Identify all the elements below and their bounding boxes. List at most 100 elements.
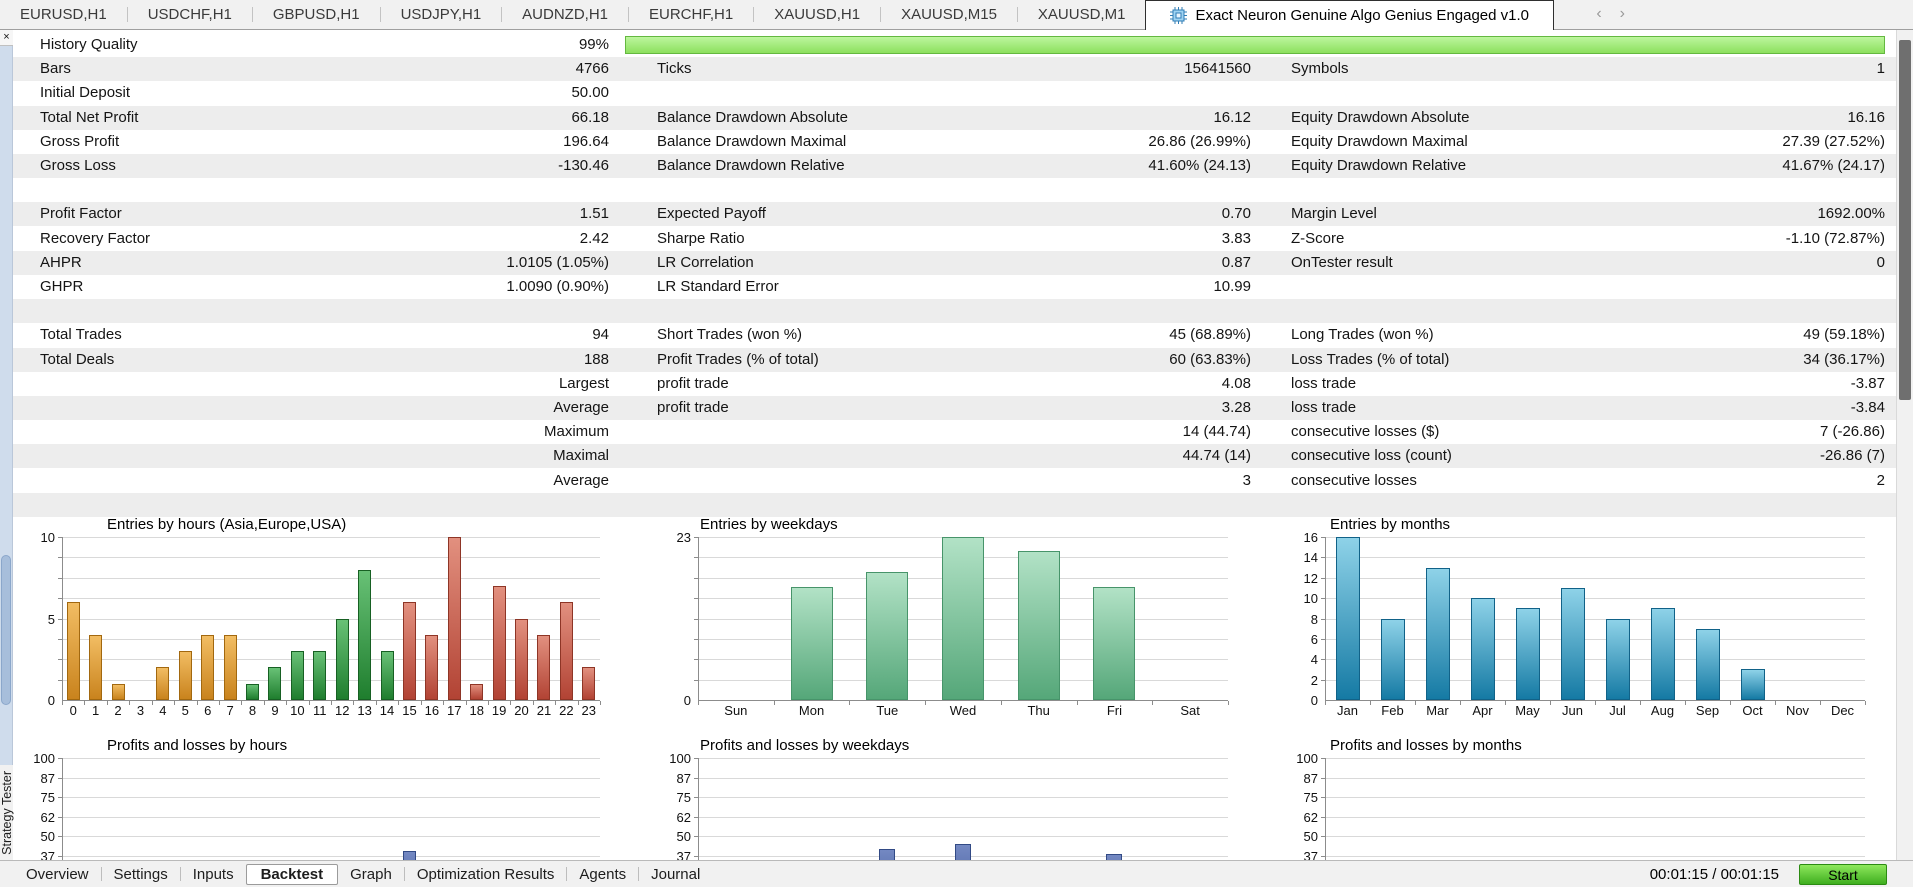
bottom-tab-backtest[interactable]: Backtest: [245, 863, 339, 885]
y-axis-label: 16: [1303, 530, 1318, 545]
bar-mar: [1425, 567, 1450, 700]
stat-mid-value: 10.99: [1213, 278, 1251, 295]
bar-11: [313, 651, 327, 700]
bottom-tab-optimization-results[interactable]: Optimization Results: [405, 865, 567, 884]
stat-right-label: Equity Drawdown Absolute: [1291, 108, 1470, 126]
report-tab-exact-neuron-genuine-algo-genius-engaged-v1-0[interactable]: Exact Neuron Genuine Algo Genius Engaged…: [1145, 0, 1555, 30]
tabs-scroll-right-icon[interactable]: ›: [1620, 5, 1625, 23]
bar-jan: [1335, 537, 1360, 700]
stats-row: Total Trades 94 Short Trades (won %) 45 (68…: [13, 323, 1896, 347]
gridline: [1325, 758, 1865, 759]
stat-mid-label: Balance Drawdown Maximal: [657, 132, 847, 150]
y-axis: [1325, 537, 1326, 701]
stat-right-label: Equity Drawdown Maximal: [1291, 132, 1468, 150]
stat-mid-label: profit trade: [657, 374, 729, 392]
left-scrollbar-thumb[interactable]: [1, 555, 11, 705]
y-axis-label: 87: [676, 770, 691, 786]
bottom-tab-overview[interactable]: Overview: [14, 865, 101, 884]
stat-left-label: Total Trades: [40, 326, 122, 344]
bar-thu: [1017, 551, 1060, 700]
stat-right-value: -1.10 (72.87%): [1785, 229, 1885, 247]
y-axis-label: 10: [1303, 591, 1318, 607]
stat-right-value: 1692.00%: [1817, 205, 1885, 223]
right-scrollbar[interactable]: [1896, 30, 1913, 860]
x-axis-label: Jan: [1337, 703, 1358, 718]
stat-right-value: -26.86 (7): [1819, 447, 1885, 465]
tabs-scroll-left-icon[interactable]: ‹: [1596, 5, 1601, 23]
stats-row: Total Net Profit 66.18 Balance Drawdown Ab…: [13, 105, 1896, 130]
y-axis-label: 50: [676, 829, 691, 845]
gridline: [62, 598, 600, 600]
report-tab-bar: EURUSD,H1 USDCHF,H1 GBPUSD,H1 USDJPY,H1 AUDN…: [0, 0, 1913, 30]
x-axis-label: Fri: [1106, 703, 1122, 718]
stat-left-value: 2.42: [579, 229, 609, 247]
y-axis-label: 37: [1303, 849, 1318, 860]
bottom-tab-agents[interactable]: Agents: [567, 865, 638, 884]
gridline: [62, 836, 600, 838]
report-tab-gbpusd-h1[interactable]: GBPUSD,H1: [253, 0, 380, 29]
stat-right-label: consecutive losses: [1291, 471, 1417, 489]
gridline: [62, 816, 600, 818]
stats-row: Initial Deposit 50.00: [13, 81, 1896, 105]
stat-left-value: 4766: [575, 60, 609, 78]
bar-9: [268, 667, 282, 700]
y-axis-label: 62: [676, 809, 691, 825]
bar-21: [537, 634, 551, 700]
stat-mid-label: Sharpe Ratio: [657, 229, 745, 247]
strategy-tester-window: EURUSD,H1 USDCHF,H1 GBPUSD,H1 USDJPY,H1 AUDN…: [0, 0, 1913, 887]
stat-mid-label: Expected Payoff: [657, 205, 766, 223]
bar-jul: [1605, 618, 1630, 700]
x-axis: [698, 700, 1228, 701]
report-tab-usdjpy-h1[interactable]: USDJPY,H1: [381, 0, 502, 29]
report-tab-audnzd-h1[interactable]: AUDNZD,H1: [502, 0, 628, 29]
bottom-tab-journal[interactable]: Journal: [639, 865, 712, 884]
x-axis-label: 19: [491, 703, 507, 718]
bottom-tab-graph[interactable]: Graph: [338, 865, 404, 884]
start-button[interactable]: Start: [1799, 864, 1887, 885]
left-scrollbar[interactable]: × Strategy Tester: [0, 30, 14, 860]
x-axis-label: Apr: [1472, 703, 1493, 718]
close-panel-button[interactable]: ×: [0, 30, 13, 46]
bottom-tab-inputs[interactable]: Inputs: [181, 865, 246, 884]
stats-row: Total Deals 188 Profit Trades (% of total)…: [13, 347, 1896, 372]
stat-mid-label: Balance Drawdown Absolute: [657, 108, 848, 126]
bar-sep: [1695, 628, 1720, 700]
stat-left-value: Largest: [558, 374, 609, 392]
bar-18: [470, 683, 484, 700]
x-axis-label: 1: [91, 703, 100, 718]
gridline: [1325, 836, 1865, 838]
x-axis-label: 16: [424, 703, 440, 718]
bar-apr: [1470, 598, 1495, 700]
gridline: [1325, 537, 1865, 538]
x-axis-label: 3: [136, 703, 145, 718]
x-axis-label: 20: [514, 703, 529, 718]
stat-mid-value: 3.83: [1221, 229, 1251, 247]
y-axis-label: 87: [40, 770, 55, 786]
stat-left-label: History Quality: [40, 36, 138, 53]
x-axis-label: Dec: [1830, 703, 1855, 718]
bottom-tab-settings[interactable]: Settings: [102, 865, 180, 884]
x-axis-label: 7: [226, 703, 234, 718]
y-axis: [62, 537, 63, 701]
report-tab-eurusd-h1[interactable]: EURUSD,H1: [0, 0, 127, 29]
strategy-tester-vertical-tab[interactable]: Strategy Tester: [0, 765, 14, 860]
chart-title: Entries by hours (Asia,Europe,USA): [107, 516, 347, 533]
x-axis-label: Jun: [1562, 703, 1583, 718]
y-axis-label: 14: [1303, 550, 1318, 566]
stat-right-value: 41.67% (24.17): [1782, 157, 1885, 174]
tab-label: USDCHF,H1: [147, 6, 232, 23]
x-axis-label: 13: [357, 703, 372, 718]
report-panel: History Quality 99% Bars 4766 Ticks 15641560 S…: [0, 30, 1913, 860]
report-tab-xauusd-m15[interactable]: XAUUSD,M15: [881, 0, 1017, 29]
right-scrollbar-thumb[interactable]: [1899, 40, 1911, 400]
report-tab-usdchf-h1[interactable]: USDCHF,H1: [128, 0, 252, 29]
tab-label: Exact Neuron Genuine Algo Genius Engaged…: [1195, 7, 1530, 24]
gridline: [1325, 797, 1865, 799]
report-tab-eurchf-h1[interactable]: EURCHF,H1: [629, 0, 753, 29]
stat-left-value: Average: [553, 471, 609, 489]
report-tab-xauusd-m1[interactable]: XAUUSD,M1: [1018, 0, 1146, 29]
stat-mid-label: Ticks: [657, 60, 692, 78]
report-tab-xauusd-h1[interactable]: XAUUSD,H1: [754, 0, 880, 29]
gridline: [698, 758, 1228, 759]
stats-row: Gross Profit 196.64 Balance Drawdown Maxim…: [13, 130, 1896, 154]
